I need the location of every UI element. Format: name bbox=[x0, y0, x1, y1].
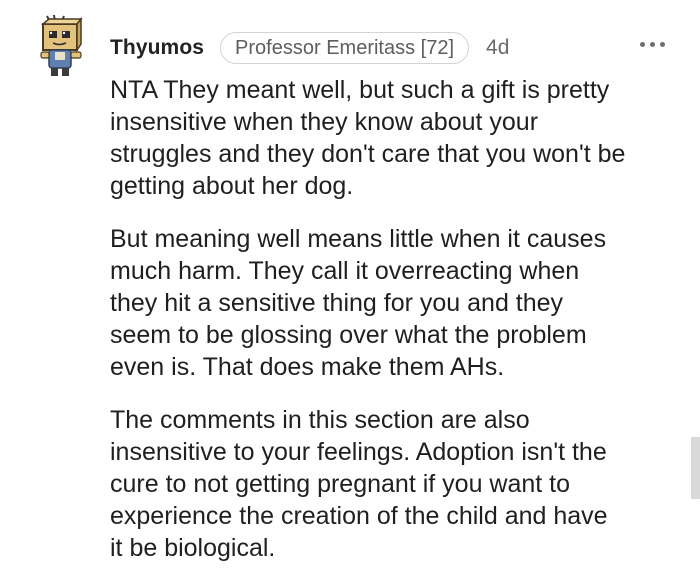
comment: Thyumos Professor Emeritass [72] 4d NTA … bbox=[0, 0, 700, 585]
more-horizontal-icon[interactable] bbox=[640, 40, 666, 50]
comment-paragraph: The comments in this section are also in… bbox=[110, 406, 608, 562]
comment-paragraph: But meaning well means little when it ca… bbox=[110, 225, 607, 381]
username-link[interactable]: Thyumos bbox=[110, 36, 204, 60]
comment-header: Thyumos Professor Emeritass [72] 4d bbox=[110, 30, 509, 66]
user-flair: Professor Emeritass [72] bbox=[220, 32, 470, 64]
comment-age: 4d bbox=[486, 36, 510, 59]
snoo-avatar-icon[interactable] bbox=[37, 14, 87, 78]
comment-body: NTA They meant well, but such a gift is … bbox=[110, 74, 675, 585]
scrollbar-thumb[interactable] bbox=[691, 437, 700, 499]
comment-paragraph: NTA They meant well, but such a gift is … bbox=[110, 76, 626, 200]
